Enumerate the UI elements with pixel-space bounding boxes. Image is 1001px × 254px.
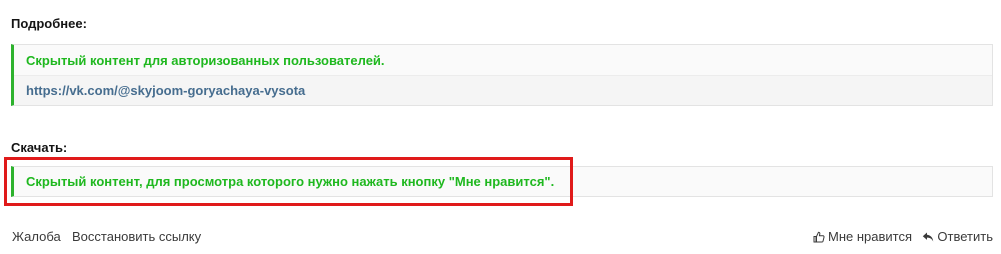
details-link-row: https://vk.com/@skyjoom-goryachaya-vysot… — [14, 76, 992, 105]
download-quote-box: Скрытый контент, для просмотра которого … — [11, 166, 993, 197]
reply-arrow-icon — [922, 231, 934, 243]
like-label: Мне нравится — [827, 229, 912, 244]
hidden-content-auth-notice: Скрытый контент для авторизованных польз… — [26, 52, 385, 68]
like-button[interactable]: Мне нравится — [813, 229, 912, 244]
details-hidden-row: Скрытый контент для авторизованных польз… — [14, 45, 992, 76]
hidden-content-like-notice: Скрытый контент, для просмотра которого … — [26, 174, 555, 189]
thumbs-up-icon — [813, 231, 825, 243]
reply-label: Ответить — [937, 229, 993, 244]
reply-button[interactable]: Ответить — [922, 229, 993, 244]
details-quote-box: Скрытый контент для авторизованных польз… — [11, 44, 993, 106]
report-link[interactable]: Жалоба — [12, 229, 61, 244]
details-section-title: Подробнее: — [11, 16, 87, 31]
vk-article-link[interactable]: https://vk.com/@skyjoom-goryachaya-vysot… — [26, 83, 305, 98]
restore-link-link[interactable]: Восстановить ссылку — [72, 229, 201, 244]
download-section-title: Скачать: — [11, 140, 68, 155]
